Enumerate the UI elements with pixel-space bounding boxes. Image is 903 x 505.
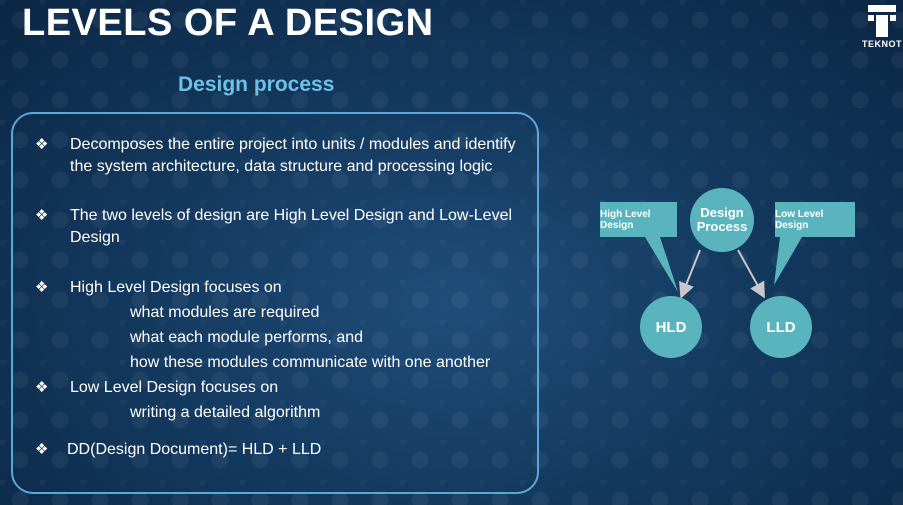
diamond-bullet-icon: ❖ — [35, 441, 49, 458]
sub-item: what each module performs, and — [130, 329, 364, 346]
left-callout-pointer — [645, 237, 678, 292]
content-box: ❖ Decomposes the entire project into uni… — [11, 112, 539, 494]
diamond-bullet-icon: ❖ — [35, 207, 49, 224]
sub-item: writing a detailed algorithm — [130, 404, 321, 421]
logo-text: TEKNOT — [862, 39, 902, 49]
sub-item: how these modules communicate with one a… — [130, 354, 491, 371]
bullet-text: DD(Design Document)= HLD + LLD — [67, 441, 322, 458]
arrow-to-hld — [679, 249, 701, 299]
right-callout-pointer — [774, 237, 802, 285]
design-process-node: Design Process — [690, 188, 754, 252]
arrow-to-lld — [737, 249, 765, 299]
section-subtitle: Design process — [178, 73, 335, 96]
lld-node: LLD — [750, 296, 812, 358]
diamond-bullet-icon: ❖ — [35, 136, 49, 153]
bullet-text: High Level Design focuses on — [70, 279, 282, 296]
left-callout: High Level Design — [600, 202, 677, 237]
sub-item: what modules are required — [130, 304, 320, 321]
teknot-logo: TEKNOT — [861, 4, 903, 49]
teknot-logo-icon — [868, 5, 896, 37]
hld-node: HLD — [640, 296, 702, 358]
diamond-bullet-icon: ❖ — [35, 379, 49, 396]
slide-title: LEVELS OF A DESIGN — [22, 2, 434, 44]
diamond-bullet-icon: ❖ — [35, 279, 49, 296]
bullet-text: Decomposes the entire project into units… — [70, 136, 516, 175]
bullet-text: The two levels of design are High Level … — [70, 207, 513, 246]
bullet-text: Low Level Design focuses on — [70, 379, 279, 396]
right-callout: Low Level Design — [775, 202, 855, 237]
design-process-diagram: High Level Design Low Level Design Desig… — [590, 180, 870, 370]
